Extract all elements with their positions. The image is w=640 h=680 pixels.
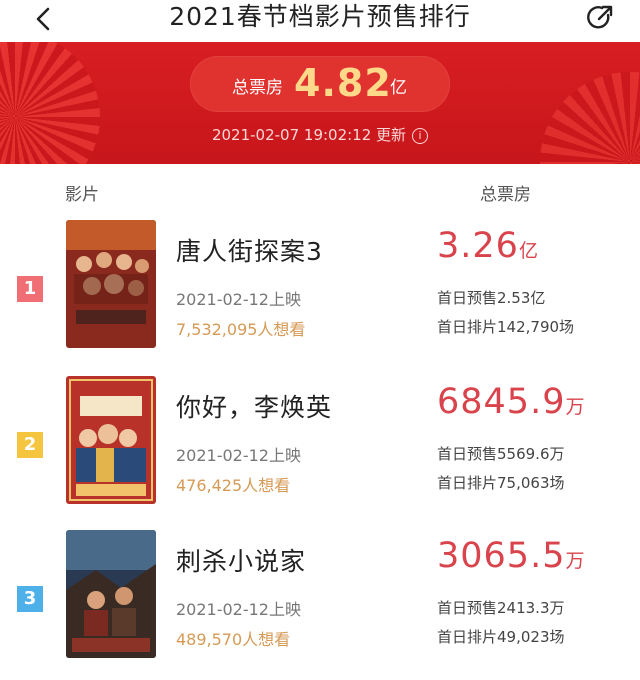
box-office-unit: 万 xyxy=(565,396,585,418)
film-row[interactable]: 3 刺杀小说家 2021-02-12上映 489,570人想看 3065.5万 … xyxy=(0,530,640,670)
total-box-office: 总票房 4.82 亿 xyxy=(190,56,450,112)
first-day-presale: 首日预售2413.3万 xyxy=(437,599,565,617)
rank-badge: 3 xyxy=(17,586,43,612)
release-date: 2021-02-12上映 xyxy=(176,600,301,619)
want-to-see-count: 7,532,095人想看 xyxy=(176,320,306,339)
film-row[interactable]: 2 你好，李焕英 2021-02-12上映 476,425人想看 6845.9万… xyxy=(0,376,640,516)
share-icon[interactable] xyxy=(584,2,616,34)
first-day-schedule: 首日排片75,063场 xyxy=(437,474,565,492)
film-name[interactable]: 你好，李焕英 xyxy=(176,388,332,424)
rank-badge: 1 xyxy=(17,276,43,302)
update-time-text: 2021-02-07 19:02:12 更新 xyxy=(211,126,407,144)
box-office-value: 3.26 xyxy=(437,226,519,266)
column-header-film: 影片 xyxy=(65,185,99,205)
film-poster[interactable] xyxy=(66,530,156,658)
want-to-see-count: 476,425人想看 xyxy=(176,476,291,495)
want-to-see-count: 489,570人想看 xyxy=(176,630,291,649)
page-title: 2021春节档影片预售排行 xyxy=(169,2,471,31)
total-box-office-value: 4.82 xyxy=(294,61,392,105)
film-box-office: 6845.9万 xyxy=(437,382,584,422)
film-name[interactable]: 刺杀小说家 xyxy=(176,542,306,578)
rank-badge: 2 xyxy=(17,432,43,458)
info-icon[interactable]: i xyxy=(412,128,429,144)
film-box-office: 3065.5万 xyxy=(437,536,584,576)
film-box-office: 3.26亿 xyxy=(437,226,538,266)
film-poster[interactable] xyxy=(66,220,156,348)
first-day-schedule: 首日排片49,023场 xyxy=(437,628,565,646)
box-office-unit: 万 xyxy=(565,550,585,572)
first-day-presale: 首日预售5569.6万 xyxy=(437,445,565,463)
column-header-box-office: 总票房 xyxy=(480,185,531,205)
film-poster[interactable] xyxy=(66,376,156,504)
box-office-value: 3065.5 xyxy=(437,536,566,576)
film-row[interactable]: 1 唐人街探案3 2021-02-12上映 7,532,095人想看 3.26亿… xyxy=(0,220,640,360)
update-time: 2021-02-07 19:02:12 更新 i xyxy=(0,124,640,145)
first-day-presale: 首日预售2.53亿 xyxy=(437,289,546,307)
summary-banner: 总票房 4.82 亿 2021-02-07 19:02:12 更新 i xyxy=(0,42,640,164)
film-name[interactable]: 唐人街探案3 xyxy=(176,232,323,268)
decorative-fan xyxy=(540,72,640,164)
box-office-value: 6845.9 xyxy=(437,382,566,422)
total-box-office-unit: 亿 xyxy=(390,78,407,98)
decorative-fan xyxy=(0,42,100,164)
top-bar: 2021春节档影片预售排行 xyxy=(0,0,640,42)
first-day-schedule: 首日排片142,790场 xyxy=(437,318,575,336)
release-date: 2021-02-12上映 xyxy=(176,290,301,309)
box-office-unit: 亿 xyxy=(518,240,538,262)
release-date: 2021-02-12上映 xyxy=(176,446,301,465)
total-box-office-label: 总票房 xyxy=(232,78,283,98)
